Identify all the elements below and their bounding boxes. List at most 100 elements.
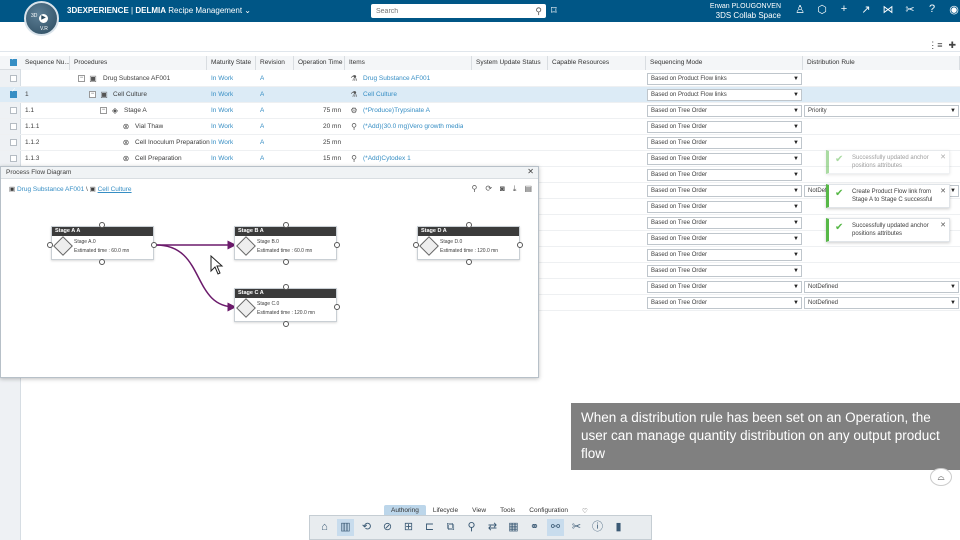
network-icon[interactable]: ⚭	[526, 519, 543, 536]
maturity-state[interactable]: In Work	[211, 135, 233, 151]
select-all-checkbox[interactable]	[10, 55, 17, 66]
revision[interactable]: A	[260, 103, 264, 119]
sequencing-mode-select[interactable]: Based on Tree Order ▼	[647, 105, 802, 117]
item-link[interactable]: (*Produce)Trypsinate A	[363, 103, 430, 119]
col-distribution-rule[interactable]: Distribution Rule	[803, 56, 960, 70]
row-checkbox[interactable]	[10, 155, 17, 162]
revision[interactable]: A	[260, 119, 264, 135]
structure-icon[interactable]: ⊞	[400, 519, 417, 536]
app-name[interactable]: Recipe Management	[168, 6, 242, 15]
port-bottom[interactable]	[283, 259, 289, 265]
tools-icon[interactable]: ✂	[899, 3, 921, 16]
port-left[interactable]	[47, 242, 53, 248]
stage-node-d[interactable]: Stage D A Stage D.0 Estimated time : 120…	[417, 226, 520, 260]
distribution-rule-select[interactable]: NotDefined ▼	[804, 281, 959, 293]
add-icon[interactable]: +	[833, 3, 855, 16]
tree-expand-icon[interactable]: ⋮≡	[928, 40, 942, 51]
play-icon[interactable]: ▶	[39, 14, 48, 23]
col-capable-resources[interactable]: Capable Resources	[548, 56, 646, 70]
port-right[interactable]	[151, 242, 157, 248]
sequencing-mode-select[interactable]: Based on Tree Order ▼	[647, 297, 802, 309]
info-icon[interactable]: ⓘ	[589, 519, 606, 536]
port-right[interactable]	[334, 242, 340, 248]
sequencing-mode-select[interactable]: Based on Tree Order ▼	[647, 249, 802, 261]
close-icon[interactable]: ✕	[940, 154, 946, 162]
close-icon[interactable]: ✕	[940, 188, 946, 196]
stage-node-a[interactable]: Stage A A Stage A.0 Estimated time : 60.…	[51, 226, 154, 260]
maturity-state[interactable]: In Work	[211, 119, 233, 135]
chat-icon[interactable]: ⌓	[930, 468, 952, 486]
sequencing-mode-select[interactable]: Based on Tree Order ▼	[647, 121, 802, 133]
col-procedures[interactable]: Procedures	[70, 56, 207, 70]
col-revision[interactable]: Revision	[256, 56, 294, 70]
table-row[interactable]: 1.1 − ◈ Stage A In Work A 75 mn ⚙ (*Prod…	[0, 103, 960, 119]
distribution-rule-select[interactable]: NotDefined ▼	[804, 297, 959, 309]
add-column-icon[interactable]: ✚	[948, 40, 956, 51]
search-structure-icon[interactable]: ⚲	[463, 519, 480, 536]
profile-icon[interactable]: ♙	[789, 3, 811, 16]
col-system-update[interactable]: System Update Status	[472, 56, 548, 70]
item-link[interactable]: (*Add)Cytodex 1	[363, 151, 411, 167]
search-input[interactable]	[371, 4, 526, 18]
sequencing-mode-select[interactable]: Based on Tree Order ▼	[647, 217, 802, 229]
tag-manage-icon[interactable]: ⬡	[811, 3, 833, 16]
item-link[interactable]: Cell Culture	[363, 87, 397, 103]
sequencing-mode-select[interactable]: Based on Tree Order ▼	[647, 169, 802, 181]
table-row[interactable]: − ▣ Drug Substance AF001 In Work A ⚗ Dru…	[0, 71, 960, 87]
col-maturity-state[interactable]: Maturity State	[207, 56, 256, 70]
link-icon[interactable]: ⧉	[442, 519, 459, 536]
broadcast-icon[interactable]: ◉	[943, 3, 960, 16]
sequencing-mode-select[interactable]: Based on Product Flow links ▼	[647, 89, 802, 101]
port-top[interactable]	[283, 284, 289, 290]
port-bottom[interactable]	[283, 321, 289, 327]
revision[interactable]: A	[260, 71, 264, 87]
revision[interactable]: A	[260, 151, 264, 167]
compass-widget[interactable]: 3D ▶ V.R	[24, 1, 59, 36]
col-sequencing-mode[interactable]: Sequencing Mode	[646, 56, 803, 70]
row-checkbox[interactable]	[10, 123, 17, 130]
stage-node-b[interactable]: Stage B A Stage B.0 Estimated time : 60.…	[234, 226, 337, 260]
port-bottom[interactable]	[99, 259, 105, 265]
col-operation-time[interactable]: Operation Time	[294, 56, 345, 70]
row-checkbox[interactable]	[10, 87, 17, 98]
collapse-icon[interactable]: −	[78, 75, 85, 82]
chevron-down-icon[interactable]: ⌄	[244, 6, 251, 15]
help-icon[interactable]: ?	[921, 3, 943, 16]
col-sequence[interactable]: Sequence Nu...	[21, 56, 70, 70]
procedure-name[interactable]: Cell Inoculum Preparation	[135, 135, 210, 151]
table-icon[interactable]: ▦	[505, 519, 522, 536]
barcode-icon[interactable]: ▮	[610, 519, 627, 536]
sequencing-mode-select[interactable]: Based on Tree Order ▼	[647, 265, 802, 277]
sync-icon[interactable]: ⟲	[358, 519, 375, 536]
insert-icon[interactable]: ⊏	[421, 519, 438, 536]
port-top[interactable]	[466, 222, 472, 228]
maturity-state[interactable]: In Work	[211, 87, 233, 103]
item-link[interactable]: (*Add)(30.0 mg)Vero growth media	[363, 119, 463, 135]
procedure-name[interactable]: Cell Culture	[113, 87, 147, 103]
close-icon[interactable]: ✕	[940, 222, 946, 230]
table-row[interactable]: 1 − ▣ Cell Culture In Work A ⚗ Cell Cult…	[0, 87, 960, 103]
maturity-state[interactable]: In Work	[211, 151, 233, 167]
collapse-icon[interactable]: −	[100, 107, 107, 114]
table-row[interactable]: 1.1.2 ⊗ Cell Inoculum Preparation In Wor…	[0, 135, 960, 151]
table-row[interactable]: 1.1.3 ⊗ Cell Preparation In Work A 15 mn…	[0, 151, 960, 167]
port-top[interactable]	[283, 222, 289, 228]
sequencing-mode-select[interactable]: Based on Tree Order ▼	[647, 153, 802, 165]
port-bottom[interactable]	[466, 259, 472, 265]
sequencing-mode-select[interactable]: Based on Tree Order ▼	[647, 137, 802, 149]
maturity-state[interactable]: In Work	[211, 103, 233, 119]
port-top[interactable]	[99, 222, 105, 228]
stage-node-c[interactable]: Stage C A Stage C.0 Estimated time : 120…	[234, 288, 337, 322]
sequencing-mode-select[interactable]: Based on Tree Order ▼	[647, 281, 802, 293]
procedure-name[interactable]: Stage A	[124, 103, 147, 119]
collapse-icon[interactable]: −	[89, 91, 96, 98]
row-checkbox[interactable]	[10, 107, 17, 114]
procedure-name[interactable]: Drug Substance AF001	[103, 71, 170, 87]
sequencing-mode-select[interactable]: Based on Product Flow links ▼	[647, 73, 802, 85]
sequencing-mode-select[interactable]: Based on Tree Order ▼	[647, 201, 802, 213]
port-right[interactable]	[517, 242, 523, 248]
network-icon[interactable]: ⋈	[877, 3, 899, 16]
recipe-icon[interactable]: ▥	[337, 519, 354, 536]
maturity-state[interactable]: In Work	[211, 71, 233, 87]
table-row[interactable]: 1.1.1 ⊗ Vial Thaw In Work A 20 mn ⚲ (*Ad…	[0, 119, 960, 135]
